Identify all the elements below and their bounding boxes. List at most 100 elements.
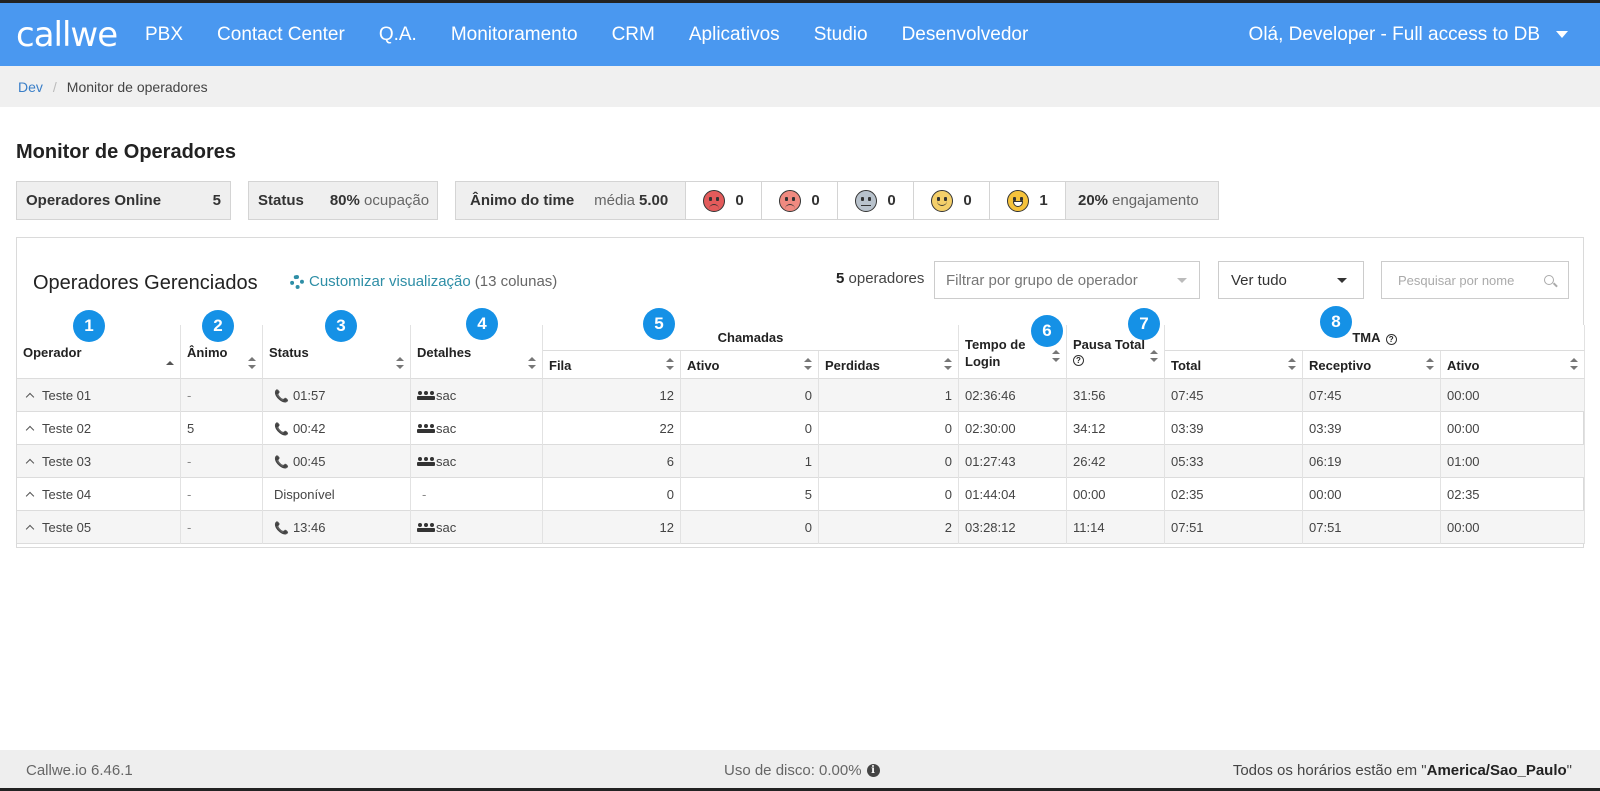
help-icon[interactable]: ? xyxy=(1073,355,1084,366)
col-header-ativo[interactable]: Ativo xyxy=(681,351,819,379)
chevron-up-icon[interactable] xyxy=(25,491,35,501)
col-group-chamadas: Chamadas xyxy=(543,325,959,351)
timezone-value: America/Sao_Paulo xyxy=(1426,762,1567,779)
callwe-logo[interactable]: callwe xyxy=(16,15,118,55)
col-header-perdidas[interactable]: Perdidas xyxy=(819,351,959,379)
nav-item-monitoramento[interactable]: Monitoramento xyxy=(434,24,595,46)
mood-grin: 1 xyxy=(990,182,1066,219)
operator-count: 5 operadores xyxy=(836,270,924,287)
breadcrumb-separator: / xyxy=(52,78,57,95)
annotation-badge-1: 1 xyxy=(73,310,105,342)
table-row[interactable]: Teste 03 - 📞 00:45 sac 6 1 0 01:27:43 26:… xyxy=(17,445,1585,478)
chevron-up-icon[interactable] xyxy=(25,458,35,468)
table-row[interactable]: Teste 01 - 📞 01:57 sac 12 0 1 02:36:46 31… xyxy=(17,379,1585,412)
sort-asc-icon xyxy=(166,357,174,369)
col-header-fila[interactable]: Fila xyxy=(543,351,681,379)
operators-online-count: 5 xyxy=(212,192,221,209)
angry-face-icon xyxy=(703,189,726,212)
table-row[interactable]: Teste 02 5 📞 00:42 sac 22 0 0 02:30:00 34… xyxy=(17,412,1585,445)
mood-grin-count: 1 xyxy=(1039,192,1048,209)
occupancy-value: 80% xyxy=(329,192,360,209)
chevron-up-icon[interactable] xyxy=(25,425,35,435)
grin-face-icon xyxy=(1007,189,1030,212)
info-icon[interactable]: i xyxy=(866,764,880,777)
sad-face-icon xyxy=(779,189,802,212)
chevron-up-icon[interactable] xyxy=(25,524,35,534)
team-icon xyxy=(417,424,435,433)
status-stat: Status 80% ocupação xyxy=(248,181,438,220)
annotation-badge-2: 2 xyxy=(202,310,234,342)
breadcrumb-link-dev[interactable]: Dev xyxy=(18,79,43,95)
annotation-badge-5: 5 xyxy=(643,308,675,340)
mood-smile-count: 0 xyxy=(963,192,972,209)
table-row[interactable]: Teste 04 - Disponível - 0 5 0 01:44:04 0… xyxy=(17,478,1585,511)
status-stat-label: Status xyxy=(258,192,304,209)
nav-item-desenvolvedor[interactable]: Desenvolvedor xyxy=(885,24,1046,46)
mood-smile: 0 xyxy=(914,182,990,219)
sort-icon xyxy=(528,357,536,369)
search-icon[interactable] xyxy=(1544,275,1554,285)
group-filter-placeholder: Filtrar por grupo de operador xyxy=(946,271,1138,289)
annotation-badge-7: 7 xyxy=(1128,308,1160,340)
app-version: Callwe.io 6.46.1 xyxy=(26,762,133,779)
sort-icon xyxy=(1052,350,1060,362)
sort-icon xyxy=(666,358,674,370)
sort-icon xyxy=(944,358,952,370)
customize-view-link[interactable]: Customizar visualização (13 colunas) xyxy=(290,273,557,290)
chevron-down-icon xyxy=(1177,278,1187,283)
team-mood-label: Ânimo do time xyxy=(470,192,575,209)
chevron-up-icon[interactable] xyxy=(25,392,35,402)
col-header-tma-ativo[interactable]: Ativo xyxy=(1441,351,1585,379)
annotation-badge-3: 3 xyxy=(325,310,357,342)
phone-icon: 📞 xyxy=(274,388,289,403)
phone-icon: 📞 xyxy=(274,520,289,535)
managed-operators-panel: Operadores Gerenciados Customizar visual… xyxy=(16,237,1585,548)
user-menu-label: Olá, Developer - Full access to DB xyxy=(1248,23,1540,45)
nav-item-contact-center[interactable]: Contact Center xyxy=(200,24,362,46)
nav-item-aplicativos[interactable]: Aplicativos xyxy=(672,24,797,46)
team-mood-stats: Ânimo do time média 5.00 0 0 0 0 1 20% e… xyxy=(455,181,1219,220)
annotation-badge-6: 6 xyxy=(1031,315,1063,347)
view-filter-value: Ver tudo xyxy=(1231,271,1287,289)
help-icon[interactable]: ? xyxy=(1385,334,1397,345)
table-row[interactable]: Teste 05 - 📞 13:46 sac 12 0 2 03:28:12 11… xyxy=(17,511,1585,544)
sort-icon xyxy=(804,358,812,370)
annotation-badge-4: 4 xyxy=(466,308,498,340)
columns-note: (13 colunas) xyxy=(474,273,558,290)
view-filter-select[interactable]: Ver tudo xyxy=(1218,261,1364,299)
page-title: Monitor de Operadores xyxy=(16,141,237,163)
col-header-tma-total[interactable]: Total xyxy=(1165,351,1303,379)
engagement-label: engajamento xyxy=(1112,192,1199,209)
nav-item-studio[interactable]: Studio xyxy=(797,24,885,46)
phone-icon: 📞 xyxy=(274,421,289,436)
mood-angry: 0 xyxy=(686,182,762,219)
annotation-badge-8: 8 xyxy=(1320,306,1352,338)
sort-icon xyxy=(1570,358,1578,370)
team-mood-average: Ânimo do time média 5.00 xyxy=(456,182,686,219)
breadcrumb: Dev / Monitor de operadores xyxy=(0,66,1600,107)
smile-face-icon xyxy=(931,189,954,212)
caret-down-icon xyxy=(1556,31,1568,38)
group-filter-select[interactable]: Filtrar por grupo de operador xyxy=(934,261,1200,299)
search-by-name[interactable] xyxy=(1381,261,1569,299)
timezone-note: Todos os horários estão em "America/Sao_… xyxy=(1232,762,1572,779)
mood-angry-count: 0 xyxy=(735,192,744,209)
neutral-face-icon xyxy=(855,189,878,212)
main-nav: PBX Contact Center Q.A. Monitoramento CR… xyxy=(128,3,1045,66)
team-icon xyxy=(417,523,435,532)
gear-icon xyxy=(290,274,304,289)
nav-item-pbx[interactable]: PBX xyxy=(128,24,200,46)
nav-item-qa[interactable]: Q.A. xyxy=(362,24,434,46)
col-group-tma: TMA ? xyxy=(1165,325,1585,351)
footer: Callwe.io 6.46.1 Uso de disco: 0.00% i T… xyxy=(0,750,1600,791)
search-input[interactable] xyxy=(1398,272,1528,288)
col-header-tma-receptivo[interactable]: Receptivo xyxy=(1303,351,1441,379)
panel-title: Operadores Gerenciados xyxy=(33,272,258,294)
mood-sad-count: 0 xyxy=(811,192,820,209)
nav-item-crm[interactable]: CRM xyxy=(595,24,672,46)
caret-down-icon xyxy=(1337,278,1347,283)
disk-usage-label: Uso de disco: 0.00% xyxy=(724,762,862,779)
sort-icon xyxy=(248,357,256,369)
user-menu[interactable]: Olá, Developer - Full access to DB xyxy=(1249,3,1568,66)
sort-icon xyxy=(396,357,404,369)
